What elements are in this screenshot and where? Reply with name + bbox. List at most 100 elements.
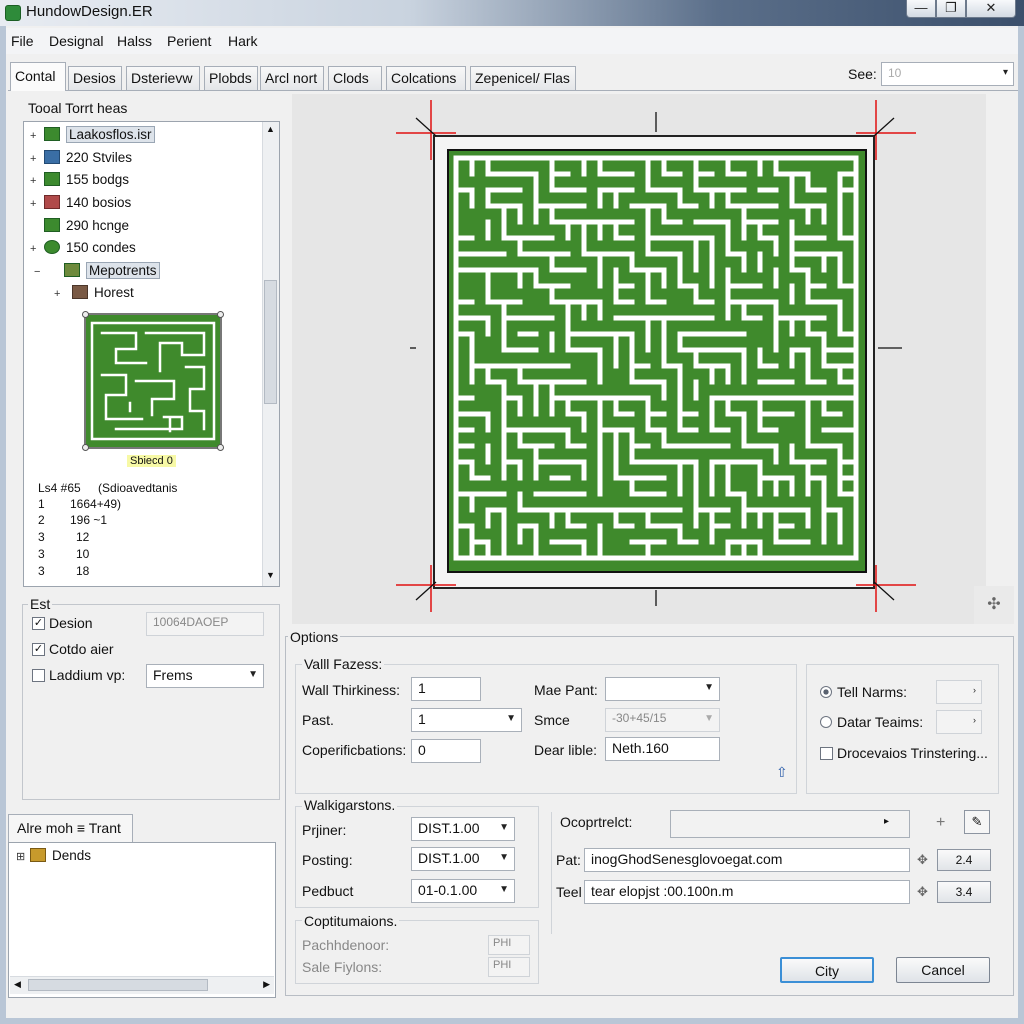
pedbuct-select[interactable]: 01-0.1.00 ▼ xyxy=(411,879,515,903)
datar-label: Datar Teaims: xyxy=(837,714,924,730)
menu-halss[interactable]: Halss xyxy=(117,33,152,49)
laddium-label: Laddium vp: xyxy=(49,667,126,683)
expand-icon[interactable]: ⊞ xyxy=(16,850,30,863)
grid-cell-value: 1664+49) xyxy=(70,497,122,511)
ok-button[interactable]: City xyxy=(780,957,874,983)
tab-zepenicel-flas[interactable]: Zepenicel/ Flas xyxy=(470,66,576,90)
tree-item[interactable]: + Horest xyxy=(54,285,134,305)
drocevaios-checkbox[interactable] xyxy=(820,747,833,760)
wall-thickness-input[interactable]: 1 xyxy=(411,677,481,701)
expand-icon[interactable]: + xyxy=(30,243,44,255)
sale-field[interactable]: PHI xyxy=(488,957,530,977)
minimize-button[interactable]: — xyxy=(906,0,936,18)
tab-desios[interactable]: Desios xyxy=(68,66,122,90)
tab-colcations[interactable]: Colcations xyxy=(386,66,466,90)
tab-clods[interactable]: Clods xyxy=(328,66,382,90)
menu-designal[interactable]: Designal xyxy=(49,33,103,49)
grid-cell-value: 10 xyxy=(76,547,90,561)
close-button[interactable]: ✕ xyxy=(966,0,1016,18)
tree-item[interactable]: + Laakosflos.isr xyxy=(30,126,155,147)
table-row[interactable]: 3 18 xyxy=(38,564,89,581)
cotto-label: Cotdo aier xyxy=(49,641,114,657)
table-row[interactable]: 3 10 xyxy=(38,547,89,564)
smce-select[interactable]: -30+45/15 ▼ xyxy=(605,708,720,732)
cop-subgroup-title: Coptitumaions. xyxy=(302,913,400,929)
chevron-right-icon: › xyxy=(973,685,976,695)
posting-select[interactable]: DIST.1.00 ▼ xyxy=(411,847,515,871)
table-row[interactable]: 2 196 ~1 xyxy=(38,513,107,530)
tree-item[interactable]: +155 bodgs xyxy=(30,172,129,192)
window-title: HundowDesign.ER xyxy=(26,3,153,20)
tree-item[interactable]: +220 Stviles xyxy=(30,150,132,170)
design-field[interactable]: 10064DAOEP xyxy=(146,612,264,636)
laddium-checkbox[interactable] xyxy=(32,669,45,682)
teel-button[interactable]: 3.4 xyxy=(937,881,991,903)
past-select[interactable]: 1 ▼ xyxy=(411,708,522,732)
expand-icon[interactable]: + xyxy=(30,130,44,142)
tell-field[interactable]: › xyxy=(936,680,982,704)
copert-input[interactable]: 0 xyxy=(411,739,481,763)
teel-input[interactable]: tear elopjst :00.100n.m xyxy=(584,880,910,904)
move-icon[interactable]: ✥ xyxy=(917,884,928,900)
table-row[interactable]: 1 1664+49) xyxy=(38,497,121,514)
maze-thumbnail[interactable] xyxy=(82,311,224,451)
horizontal-scrollbar[interactable]: ◀ ▶ xyxy=(10,976,274,994)
tree-item-label: 220 Stviles xyxy=(66,150,133,165)
pat-input[interactable]: inogGhodSenesglovoegat.com xyxy=(584,848,910,872)
laddium-select[interactable]: Frems ▼ xyxy=(146,664,264,688)
crosshair-icon[interactable]: ✣ xyxy=(974,586,1014,624)
prjiner-select[interactable]: DIST.1.00 ▼ xyxy=(411,817,515,841)
menu-perient[interactable]: Perient xyxy=(167,33,211,49)
expand-icon[interactable]: + xyxy=(54,288,72,300)
tab-arcl-nort[interactable]: Arcl nort xyxy=(260,66,324,90)
edit-icon[interactable]: ✎ xyxy=(964,810,990,834)
expand-icon[interactable]: + xyxy=(30,175,44,187)
tab-plobds[interactable]: Plobds xyxy=(204,66,258,90)
cotto-checkbox[interactable]: ✓ xyxy=(32,643,45,656)
resize-handle[interactable] xyxy=(82,311,89,318)
see-select[interactable]: 10 ▾ xyxy=(881,62,1014,86)
cancel-button[interactable]: Cancel xyxy=(896,957,990,983)
pat-button[interactable]: 2.4 xyxy=(937,849,991,871)
datar-field[interactable]: › xyxy=(936,710,982,734)
see-label: See: xyxy=(848,66,877,82)
tab-dsterievw[interactable]: Dsterievw xyxy=(126,66,200,90)
tree-item[interactable]: 290 hcnge xyxy=(30,218,129,238)
tree-item[interactable]: − Mepotrents xyxy=(34,262,160,283)
menu-file[interactable]: File xyxy=(11,33,34,49)
move-icon[interactable]: ✥ xyxy=(917,852,928,868)
maximize-button[interactable]: ❐ xyxy=(936,0,966,18)
scroll-thumb[interactable] xyxy=(28,979,208,991)
add-icon[interactable]: + xyxy=(936,814,945,832)
scroll-left-icon[interactable]: ◀ xyxy=(14,979,21,990)
menu-hark[interactable]: Hark xyxy=(228,33,258,49)
design-checkbox[interactable]: ✓ xyxy=(32,617,45,630)
tree-item[interactable]: +150 condes xyxy=(30,240,136,260)
tab-alre-moh[interactable]: Alre moh ≡ Trant xyxy=(8,814,133,842)
list-item[interactable]: ⊞ Dends xyxy=(16,848,91,868)
grid-cell-index: 3 xyxy=(38,530,45,544)
resize-handle[interactable] xyxy=(217,444,224,451)
tree-item[interactable]: +140 bosios xyxy=(30,195,131,215)
expand-icon[interactable]: + xyxy=(30,198,44,210)
tree-scrollbar[interactable]: ▲ ▼ xyxy=(262,122,279,586)
scroll-thumb[interactable] xyxy=(264,280,277,404)
list-item-label: Dends xyxy=(52,848,92,863)
mae-select[interactable]: ▼ xyxy=(605,677,720,701)
arrow-icon[interactable]: ⇧ xyxy=(776,764,788,781)
datar-radio[interactable] xyxy=(820,716,832,728)
expand-icon[interactable]: + xyxy=(30,153,44,165)
table-row[interactable]: 3 12 xyxy=(38,530,89,547)
scroll-down-icon[interactable]: ▼ xyxy=(266,570,275,580)
tell-radio[interactable] xyxy=(820,686,832,698)
dear-input[interactable]: Neth.160 xyxy=(605,737,720,761)
resize-handle[interactable] xyxy=(82,444,89,451)
tab-contal[interactable]: Contal xyxy=(10,62,66,91)
collapse-icon[interactable]: − xyxy=(34,266,64,278)
maze-graphic[interactable] xyxy=(396,100,916,612)
scroll-up-icon[interactable]: ▲ xyxy=(266,124,275,134)
copt-field[interactable]: ▸ xyxy=(670,810,910,838)
resize-handle[interactable] xyxy=(217,311,224,318)
scroll-right-icon[interactable]: ▶ xyxy=(263,979,270,990)
pach-field[interactable]: PHI xyxy=(488,935,530,955)
